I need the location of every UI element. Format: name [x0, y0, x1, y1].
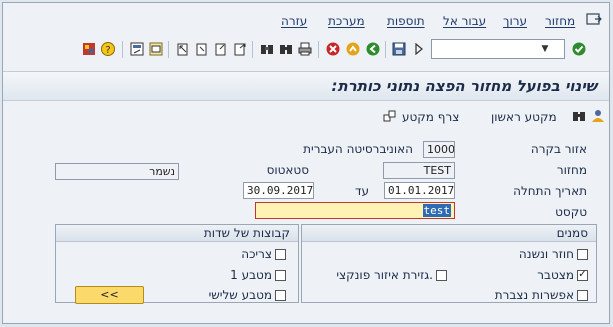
- fieldgroup-third-currency-label: מטבע שלישי: [208, 288, 272, 302]
- svg-text:?: ?: [105, 45, 110, 56]
- start-date-label: תאריך התחלה: [513, 184, 587, 198]
- flags-group-header: סמנים: [302, 225, 596, 242]
- fieldgroup-consumption-checkbox[interactable]: [275, 248, 286, 260]
- next-page-icon[interactable]: [213, 41, 229, 57]
- screen-title: שינוי בפועל מחזור הפצה נתוני כותרת:: [331, 77, 597, 95]
- screen-title-bar: שינוי בפועל מחזור הפצה נתוני כותרת:: [3, 71, 609, 101]
- flag-recurring[interactable]: חוזר ונשנה: [519, 247, 588, 261]
- status-field: נשמר: [55, 163, 179, 180]
- status-label: סטאטוס: [266, 163, 309, 177]
- system-menu-icon[interactable]: [586, 12, 602, 26]
- control-area-label: אזור בקרה: [530, 142, 587, 156]
- field-groups-title: קבוצות של שדות: [203, 226, 290, 240]
- menu-system[interactable]: מערכת: [328, 14, 365, 28]
- fieldgroup-currency-1[interactable]: מטבע 1: [230, 268, 286, 282]
- create-session-icon[interactable]: [148, 41, 164, 57]
- flags-group-title: סמנים: [556, 226, 588, 240]
- menu-cycle[interactable]: מחזור: [545, 14, 575, 28]
- menu-edit[interactable]: ערוך: [503, 14, 527, 28]
- fieldgroup-currency-1-checkbox[interactable]: [275, 269, 286, 281]
- cycle-label: מחזור: [556, 163, 587, 177]
- text-input-value: test: [422, 204, 451, 217]
- shortcut-icon[interactable]: [129, 41, 145, 57]
- cancel-icon[interactable]: [325, 41, 341, 57]
- back-icon[interactable]: [365, 41, 381, 57]
- flag-cumulative-label: מצטבר: [537, 268, 574, 282]
- find-next-icon[interactable]: [278, 41, 294, 57]
- flag-derive-functional-area-label: גזירת איזור פונקצי.: [336, 268, 433, 282]
- flag-derive-functional-area-checkbox[interactable]: [436, 269, 447, 281]
- first-page-icon[interactable]: [175, 41, 191, 57]
- start-date-field[interactable]: 01.01.2017: [384, 182, 455, 199]
- fieldgroup-currency-1-label: מטבע 1: [230, 268, 272, 282]
- flag-accumulated-option[interactable]: אפשרות נצברת: [495, 288, 588, 302]
- text-input[interactable]: test: [255, 202, 455, 219]
- sap-window: מחזור ערוך עבור אל תוספות מערכת עזרה ▼ ?…: [2, 2, 610, 324]
- expand-field-groups-button[interactable]: <<: [75, 286, 144, 304]
- menu-bar: מחזור ערוך עבור אל תוספות מערכת עזרה: [3, 3, 609, 37]
- fieldgroup-third-currency[interactable]: מטבע שלישי: [209, 288, 286, 302]
- fieldgroup-consumption[interactable]: צריכה: [241, 247, 286, 261]
- attach-segment-icon[interactable]: [382, 108, 398, 124]
- fieldgroup-consumption-label: צריכה: [241, 247, 272, 261]
- flag-accumulated-option-checkbox[interactable]: [577, 289, 588, 301]
- text-label: טקסט: [555, 205, 587, 219]
- attach-segment-button[interactable]: צרף מקטע: [402, 110, 459, 124]
- first-segment-icon[interactable]: [571, 108, 587, 124]
- menu-help[interactable]: עזרה: [281, 14, 307, 28]
- help-icon[interactable]: ?: [100, 41, 116, 57]
- control-area-field: 1000: [423, 141, 455, 158]
- flag-accumulated-option-label: אפשרות נצברת: [494, 288, 574, 302]
- ok-check-icon[interactable]: [571, 41, 587, 57]
- person-icon[interactable]: [590, 108, 606, 124]
- fieldgroup-third-currency-checkbox[interactable]: [275, 289, 286, 301]
- menu-goto[interactable]: עבור אל: [443, 14, 486, 28]
- end-date-field[interactable]: 30.09.2017: [243, 182, 314, 199]
- field-groups-header: קבוצות של שדות: [56, 225, 298, 242]
- menu-extras[interactable]: תוספות: [387, 14, 425, 28]
- find-icon[interactable]: [259, 41, 275, 57]
- last-page-icon[interactable]: [232, 41, 248, 57]
- flag-recurring-checkbox[interactable]: [577, 248, 588, 260]
- exit-icon[interactable]: [345, 41, 361, 57]
- flags-group: סמנים חוזר ונשנה ✓ מצטבר אפשרות נצברת גז…: [301, 224, 597, 303]
- save-icon[interactable]: [391, 41, 407, 57]
- to-label: עד: [354, 184, 369, 198]
- standard-toolbar: ?: [3, 37, 609, 63]
- flag-cumulative-checkbox[interactable]: ✓: [577, 269, 588, 281]
- flag-cumulative[interactable]: ✓ מצטבר: [537, 268, 588, 282]
- control-area-description: האוניברסיטה העברית: [303, 142, 413, 156]
- application-toolbar: מקטע ראשון צרף מקטע: [3, 104, 609, 130]
- prev-page-icon[interactable]: [194, 41, 210, 57]
- cycle-field: TEST: [383, 162, 455, 179]
- flag-derive-functional-area[interactable]: גזירת איזור פונקצי.: [336, 268, 447, 282]
- expand-icon[interactable]: [411, 41, 427, 57]
- flag-recurring-label: חוזר ונשנה: [518, 247, 574, 261]
- print-icon[interactable]: [297, 41, 313, 57]
- customize-layout-icon[interactable]: [81, 41, 97, 57]
- first-segment-button[interactable]: מקטע ראשון: [491, 110, 557, 124]
